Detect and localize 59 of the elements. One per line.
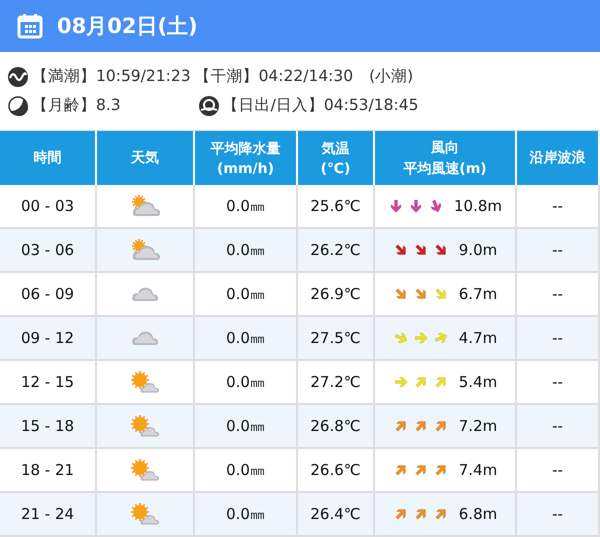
column-header-text: 平均風速(m) [403, 160, 487, 178]
column-header-text: 風向 [431, 138, 459, 156]
wave-cell: -- [517, 185, 600, 229]
time-cell: 15 - 18 [0, 405, 97, 449]
tide-info: 【満潮】10:59/21:23 [32, 66, 191, 87]
wind-speed: 9.0m [458, 241, 498, 259]
wave-cell: -- [517, 493, 600, 537]
wind-speed: 7.2m [458, 417, 498, 435]
moon-phase-icon [8, 96, 28, 116]
time-cell: 03 - 06 [0, 229, 97, 273]
temperature-cell: 26.8℃ [298, 405, 375, 449]
wind-speed: 7.4m [458, 461, 498, 479]
temperature-cell: 26.6℃ [298, 449, 375, 493]
moon-age: 【月齢】8.3 [32, 95, 121, 116]
sunrise-icon [198, 96, 219, 116]
temperature-cell: 26.2℃ [298, 229, 375, 273]
wind-speed: 4.7m [458, 329, 498, 347]
wind-speed: 6.7m [458, 285, 498, 303]
wind-speed: 6.8m [458, 505, 498, 523]
temperature-cell: 25.6℃ [298, 185, 375, 229]
column-header-text: 天気 [131, 149, 159, 167]
wave-icon [8, 66, 28, 86]
rain-cell: 0.0㎜ [195, 229, 298, 273]
temperature-cell: 27.2℃ [298, 361, 375, 405]
time-cell: 12 - 15 [0, 361, 97, 405]
wave-cell: -- [517, 273, 600, 317]
time-cell: 09 - 12 [0, 317, 97, 361]
rain-cell: 0.0㎜ [195, 449, 298, 493]
column-header-text: 平均降水量 [210, 140, 280, 158]
wave-cell: -- [517, 449, 600, 493]
wind-speed: 10.8m [454, 197, 502, 215]
wave-cell: -- [517, 317, 600, 361]
rain-cell: 0.0㎜ [195, 405, 298, 449]
rain-cell: 0.0㎜ [195, 273, 298, 317]
wave-cell: -- [517, 361, 600, 405]
wave-cell: -- [517, 405, 600, 449]
time-cell: 18 - 21 [0, 449, 97, 493]
rain-cell: 0.0㎜ [195, 493, 298, 537]
rain-cell: 0.0㎜ [195, 361, 298, 405]
temperature-cell: 26.9℃ [298, 273, 375, 317]
time-cell: 21 - 24 [0, 493, 97, 537]
tide-info: 【干潮】04:22/14:30 [194, 66, 354, 87]
column-header-text: 気温 [322, 140, 350, 158]
column-header-text: 沿岸波浪 [530, 149, 586, 167]
date-title: 08月02日(土) [57, 13, 198, 40]
tide-info: (小潮) [369, 66, 414, 87]
calendar-icon [17, 13, 43, 39]
temperature-cell: 27.5℃ [298, 317, 375, 361]
wave-cell: -- [517, 229, 600, 273]
rain-cell: 0.0㎜ [195, 317, 298, 361]
column-header-text: (℃) [320, 160, 350, 176]
column-header-text: (mm/h) [216, 160, 274, 176]
time-cell: 00 - 03 [0, 185, 97, 229]
time-cell: 06 - 09 [0, 273, 97, 317]
sunrise-sunset: 【日出/日入】04:53/18:45 [222, 95, 418, 116]
column-header-text: 時間 [34, 149, 62, 167]
temperature-cell: 26.4℃ [298, 493, 375, 537]
wind-speed: 5.4m [458, 373, 498, 391]
rain-cell: 0.0㎜ [195, 185, 298, 229]
